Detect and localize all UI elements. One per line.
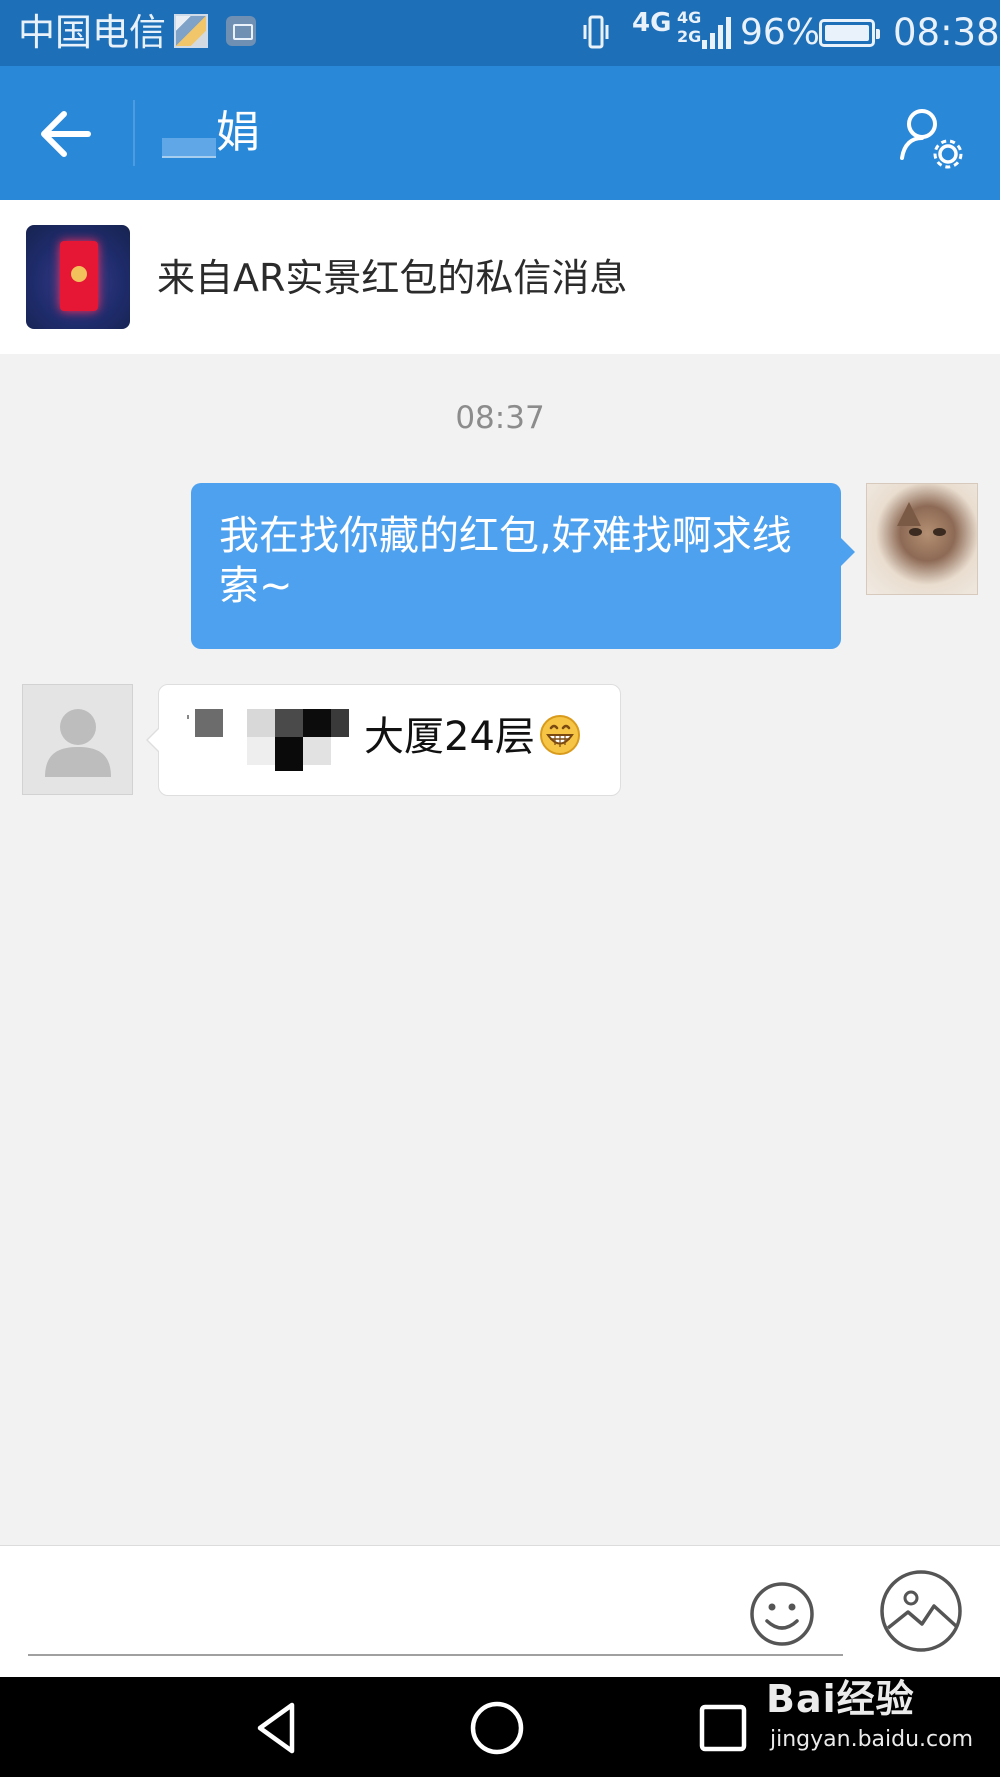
vibrate-icon [583,15,609,49]
message-input[interactable] [28,1556,843,1656]
network-type-secondary: 4G 2G [677,8,701,46]
grin-emoji-icon [539,715,580,755]
contact-name: 娟 [216,107,260,158]
outgoing-message-text: 我在找你藏的红包,好难找啊求线索~ [219,513,792,609]
incoming-message-text: 大厦24层 [364,711,581,763]
image-notification-icon [226,16,256,46]
notice-banner[interactable]: 来自AR实景红包的私信消息 [0,200,1000,354]
cat-eye-right [933,528,946,536]
status-bar: 中国电信 4G 4G 2G 96% 08:38 [0,0,1000,66]
redacted-name-block [162,124,216,158]
battery-percent: 96% [740,12,821,53]
title-divider [133,100,135,166]
battery-icon [819,19,880,47]
default-avatar-icon [45,709,111,777]
incoming-message-label: 大厦24层 [364,714,535,760]
network-type: 4G [632,8,672,38]
outgoing-message-bubble[interactable]: 我在找你藏的红包,好难找啊求线索~ [191,483,855,649]
battery-fill [825,25,869,41]
emoji-icon[interactable] [747,1579,817,1649]
title-bar: 娟 [0,66,1000,200]
baidu-jingyan-watermark: Bai经验 jingyan.baidu.com [762,1670,992,1770]
envelope-seal [71,266,87,282]
red-envelope-icon [26,225,130,329]
cat-eye-left [909,528,922,536]
carrier-name: 中国电信 [18,11,166,54]
nav-home-icon[interactable] [468,1699,526,1757]
watermark-sub: jingyan.baidu.com [770,1727,974,1752]
notice-text: 来自AR实景红包的私信消息 [157,256,628,300]
incoming-message-bubble[interactable]: 大厦24层 [146,684,621,796]
cat-ear-shape [897,502,921,526]
contact-avatar[interactable] [22,684,133,795]
network-type-secondary-top: 4G [677,8,702,27]
watermark-main: Bai经验 [766,1677,915,1721]
redacted-pixel-block [187,709,349,771]
network-type-secondary-bottom: 2G [677,27,702,46]
message-input-bar [0,1545,1000,1677]
status-time: 08:38 [893,11,1000,54]
nav-recent-apps-icon[interactable] [694,1699,752,1757]
contact-settings-icon[interactable] [896,102,966,172]
gallery-notification-icon [174,14,208,48]
signal-bars-icon [702,17,731,49]
self-avatar[interactable] [866,483,978,595]
nav-back-icon[interactable] [248,1699,306,1757]
image-picker-icon[interactable] [878,1568,964,1654]
message-timestamp: 08:37 [455,400,545,436]
back-arrow-icon[interactable] [30,102,102,166]
